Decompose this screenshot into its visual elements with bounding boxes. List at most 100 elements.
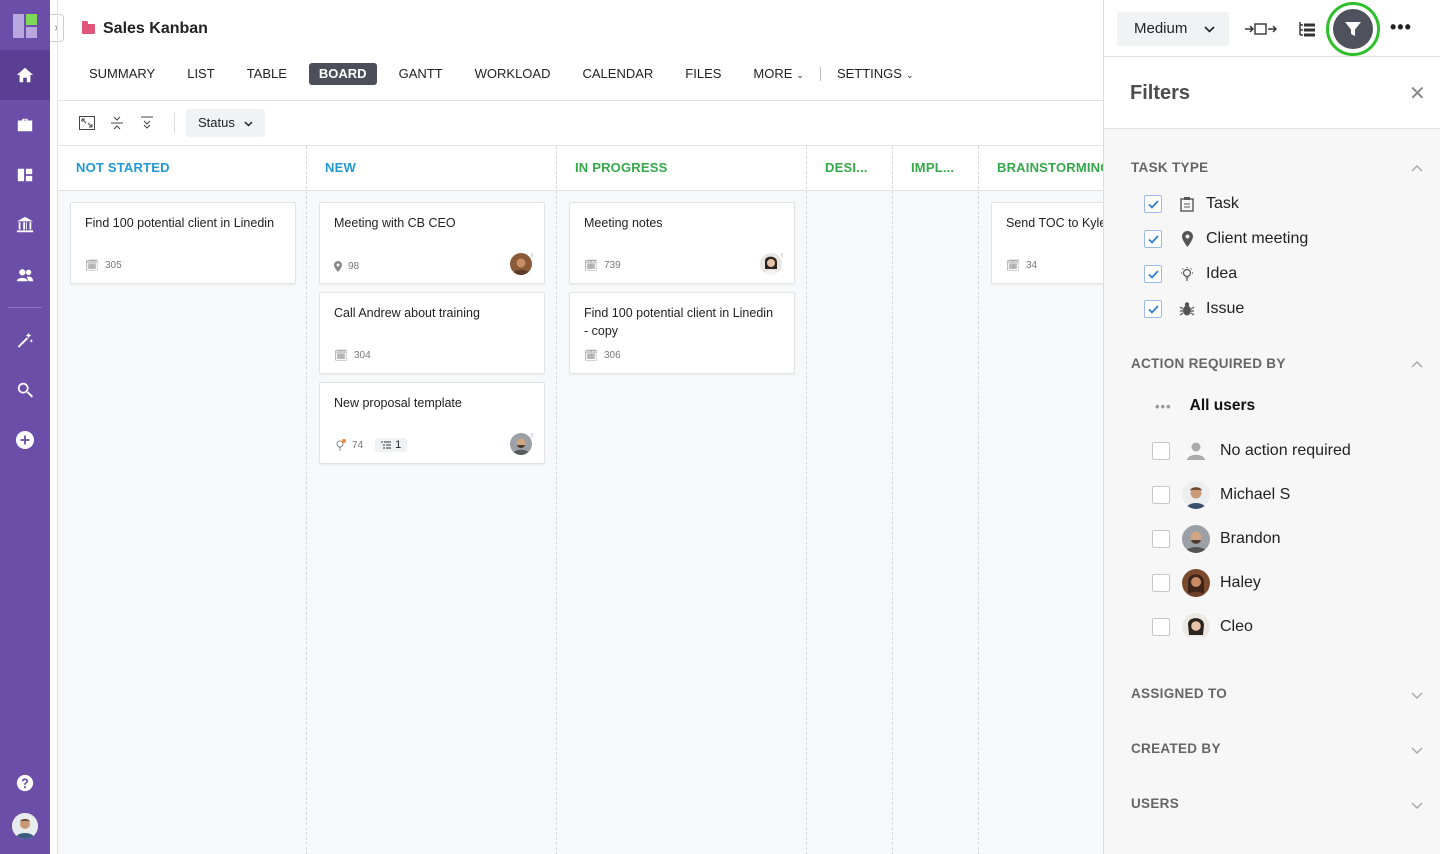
chevron-down-icon[interactable] [1410, 798, 1424, 812]
expand-all-icon[interactable] [139, 115, 155, 131]
card-title: Send TOC to Kyle [1006, 216, 1104, 230]
checkbox[interactable] [1152, 618, 1170, 636]
list-tree-icon[interactable] [1290, 18, 1324, 40]
filter-label: No action required [1220, 442, 1351, 459]
chevron-down-icon [244, 121, 254, 127]
checkbox-checked[interactable] [1144, 230, 1162, 248]
filter-user-no-action[interactable]: No action required [1152, 436, 1351, 466]
task-card[interactable]: Meeting with CB CEO 98 ! [319, 202, 545, 284]
page-title: Sales Kanban [82, 20, 208, 38]
user-avatar[interactable] [12, 813, 38, 839]
checkbox[interactable] [1152, 530, 1170, 548]
kanban-board: NOT STARTED Find 100 potential client in… [58, 145, 1104, 854]
team-icon[interactable] [0, 250, 50, 300]
task-card[interactable]: Call Andrew about training 🗓 304 [319, 292, 545, 374]
checkbox-checked[interactable] [1144, 195, 1162, 213]
subtask-count: 1 [395, 439, 402, 451]
filter-button[interactable] [1326, 2, 1380, 56]
assignee-avatar[interactable] [510, 253, 532, 275]
add-icon[interactable] [0, 415, 50, 465]
tab-files[interactable]: FILES [675, 63, 731, 85]
assignee-avatar[interactable] [510, 433, 532, 455]
column-in-progress: IN PROGRESS Meeting notes 🗓 739 ! Find 1… [557, 146, 807, 854]
subtask-badge[interactable]: 1 [375, 438, 408, 452]
tab-table[interactable]: TABLE [237, 63, 297, 85]
fullscreen-icon[interactable] [79, 115, 95, 131]
card-id: 98 [348, 261, 360, 272]
filter-label: Haley [1220, 574, 1261, 591]
idea-icon [336, 439, 346, 451]
fit-width-icon[interactable] [1244, 18, 1278, 40]
chevron-down-icon[interactable] [1410, 743, 1424, 757]
help-icon[interactable] [0, 758, 50, 808]
bank-icon[interactable] [0, 200, 50, 250]
project-title: Sales Kanban [103, 20, 208, 37]
filter-label: Michael S [1220, 486, 1291, 503]
filter-user-cleo[interactable]: Cleo [1152, 612, 1253, 642]
filter-label: Idea [1206, 265, 1238, 282]
group-by-dropdown[interactable]: Status [186, 109, 266, 137]
briefcase-icon[interactable] [0, 100, 50, 150]
filter-task-type-task[interactable]: Task [1144, 193, 1239, 215]
dashboard-icon[interactable] [0, 150, 50, 200]
tab-settings[interactable]: SETTINGS ⌄ [827, 63, 924, 85]
card-meta: 🗓 306 [584, 349, 621, 362]
card-title: New proposal template [334, 396, 462, 410]
task-card[interactable]: New proposal template 74 1 ! [319, 382, 545, 464]
tab-board[interactable]: BOARD [308, 63, 377, 85]
task-card[interactable]: Find 100 potential client in Linedin - c… [569, 292, 795, 374]
section-action-required-by[interactable]: ACTION REQUIRED BY [1131, 356, 1286, 371]
tab-workload[interactable]: WORKLOAD [465, 63, 561, 85]
priority-mark: ! [531, 433, 533, 440]
column-not-started: NOT STARTED Find 100 potential client in… [58, 146, 307, 854]
filter-task-type-issue[interactable]: Issue [1144, 298, 1244, 320]
card-title: Meeting with CB CEO [334, 216, 456, 230]
column-implementation: IMPL... [893, 146, 979, 854]
chevron-down-icon[interactable] [1410, 688, 1424, 702]
close-icon[interactable]: ✕ [1409, 81, 1426, 106]
tab-gantt[interactable]: GANTT [389, 63, 453, 85]
search-icon[interactable] [0, 365, 50, 415]
checkbox[interactable] [1152, 442, 1170, 460]
task-card[interactable]: Meeting notes 🗓 739 ! [569, 202, 795, 284]
checkbox-checked[interactable] [1144, 300, 1162, 318]
person-icon [1182, 437, 1210, 465]
view-tabs: SUMMARY LIST TABLE BOARD GANTT WORKLOAD … [79, 63, 936, 85]
chevron-up-icon[interactable] [1410, 357, 1424, 371]
section-users[interactable]: USERS [1131, 796, 1179, 811]
filter-label: All users [1189, 397, 1256, 414]
checkbox-checked[interactable] [1144, 265, 1162, 283]
avatar [1182, 569, 1210, 597]
assignee-avatar[interactable] [760, 253, 782, 275]
filter-user-haley[interactable]: Haley [1152, 568, 1261, 598]
app-logo[interactable] [13, 14, 37, 38]
tab-summary[interactable]: SUMMARY [79, 63, 165, 85]
filter-label: Task [1206, 195, 1239, 212]
card-id: 74 [352, 439, 364, 451]
priority-mark: ! [781, 253, 783, 260]
filter-user-brandon[interactable]: Brandon [1152, 524, 1281, 554]
magic-wand-icon[interactable] [0, 315, 50, 365]
tab-list[interactable]: LIST [177, 63, 224, 85]
tab-more[interactable]: MORE ⌄ [743, 63, 814, 85]
filter-user-michael-s[interactable]: Michael S [1152, 480, 1290, 510]
chevron-up-icon[interactable] [1410, 161, 1424, 175]
task-card[interactable]: Find 100 potential client in Linedin 🗓 3… [70, 202, 296, 284]
more-options-icon[interactable]: ••• [1390, 17, 1412, 38]
tab-calendar[interactable]: CALENDAR [572, 63, 663, 85]
task-icon: 🗓 [584, 350, 598, 362]
checkbox[interactable] [1152, 486, 1170, 504]
filter-all-users[interactable]: ••• All users [1155, 397, 1255, 415]
column-title: NOT STARTED [58, 146, 306, 191]
checkbox[interactable] [1152, 574, 1170, 592]
card-title: Find 100 potential client in Linedin [85, 216, 275, 230]
home-icon[interactable] [0, 50, 50, 100]
filter-task-type-idea[interactable]: Idea [1144, 263, 1237, 285]
section-task-type[interactable]: TASK TYPE [1131, 160, 1208, 175]
section-assigned-to[interactable]: ASSIGNED TO [1131, 686, 1227, 701]
filter-task-type-client-meeting[interactable]: Client meeting [1144, 228, 1308, 250]
section-created-by[interactable]: CREATED BY [1131, 741, 1221, 756]
task-card[interactable]: Send TOC to Kyle 🗓 34 [991, 202, 1104, 284]
density-dropdown[interactable]: Medium [1117, 12, 1229, 46]
collapse-all-icon[interactable] [109, 115, 125, 131]
